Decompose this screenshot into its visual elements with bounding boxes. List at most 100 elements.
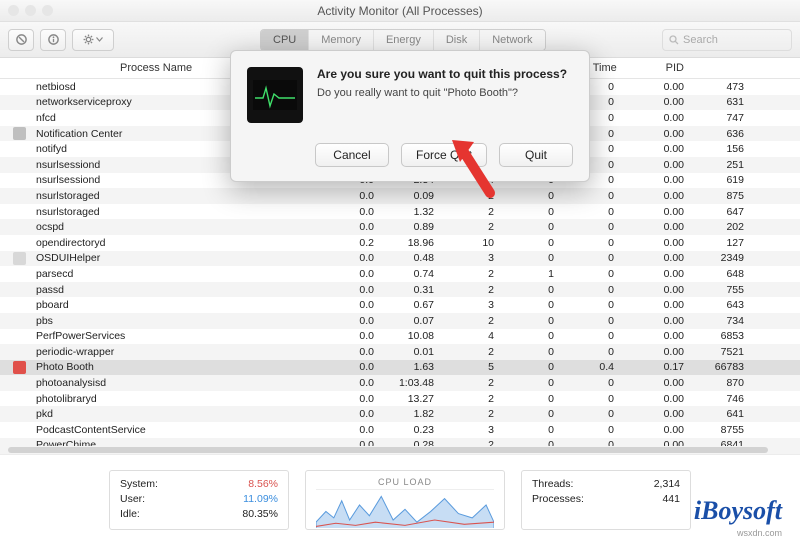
cell: 0.00 <box>620 81 690 93</box>
search-icon <box>669 35 679 45</box>
minimize-window-icon[interactable] <box>25 5 36 16</box>
cell: 0 <box>500 408 560 420</box>
cell: 0 <box>560 252 620 264</box>
cell: 6853 <box>690 330 750 342</box>
cell: 0.4 <box>560 361 620 373</box>
app-icon <box>13 127 26 140</box>
cell: 0.00 <box>620 143 690 155</box>
cell: 3 <box>440 252 500 264</box>
threads-value: 2,314 <box>654 477 680 492</box>
cell: 734 <box>690 315 750 327</box>
quit-button[interactable]: Quit <box>499 143 573 167</box>
cell: 1.63 <box>380 361 440 373</box>
table-row[interactable]: periodic-wrapper0.00.012000.007521 <box>0 344 800 360</box>
cell: 10 <box>440 237 500 249</box>
cell: 473 <box>690 81 750 93</box>
table-row[interactable]: pbs0.00.072000.00734 <box>0 313 800 329</box>
cell: 0.00 <box>620 408 690 420</box>
cell: Photo Booth <box>30 361 280 373</box>
zoom-window-icon[interactable] <box>42 5 53 16</box>
cell: PodcastContentService <box>30 424 280 436</box>
cell: 0.00 <box>620 377 690 389</box>
cell: 0 <box>500 330 560 342</box>
tab-energy[interactable]: Energy <box>374 30 434 50</box>
view-options-button[interactable] <box>72 29 114 51</box>
cell: 3 <box>440 299 500 311</box>
idle-label: Idle: <box>120 507 140 522</box>
cell: ocspd <box>30 221 280 233</box>
cell: 2 <box>440 221 500 233</box>
cell: 2 <box>440 346 500 358</box>
cell: 0 <box>560 346 620 358</box>
cell: 202 <box>690 221 750 233</box>
cell: 0 <box>500 221 560 233</box>
cpu-stats-panel: System:8.56% User:11.09% Idle:80.35% <box>109 470 289 530</box>
cell: 2 <box>440 393 500 405</box>
cell: 0.0 <box>280 377 380 389</box>
tab-disk[interactable]: Disk <box>434 30 480 50</box>
system-value: 8.56% <box>248 477 278 492</box>
cell: OSDUIHelper <box>30 252 280 264</box>
tab-cpu[interactable]: CPU <box>261 30 309 50</box>
table-row[interactable]: nsurlstoraged0.00.092000.00875 <box>0 188 800 204</box>
gear-icon <box>83 34 94 45</box>
cell: 0.09 <box>380 190 440 202</box>
tab-network[interactable]: Network <box>480 30 544 50</box>
cell: 0.89 <box>380 221 440 233</box>
idle-value: 80.35% <box>242 507 278 522</box>
cell: 0.07 <box>380 315 440 327</box>
cell: 0.0 <box>280 206 380 218</box>
cell: 0 <box>560 330 620 342</box>
stop-icon <box>16 34 27 45</box>
cell: 0.48 <box>380 252 440 264</box>
cell: 1.32 <box>380 206 440 218</box>
table-row[interactable]: ocspd0.00.892000.00202 <box>0 219 800 235</box>
col-pid[interactable]: PID <box>620 58 690 78</box>
cell: 1:03.48 <box>380 377 440 389</box>
cell: 7521 <box>690 346 750 358</box>
table-row[interactable]: PerfPowerServices0.010.084000.006853 <box>0 329 800 345</box>
inspect-process-button[interactable] <box>40 29 66 51</box>
cell: 0.00 <box>620 393 690 405</box>
cell: 251 <box>690 159 750 171</box>
table-row[interactable]: passd0.00.312000.00755 <box>0 282 800 298</box>
table-row[interactable]: photoanalysisd0.01:03.482000.00870 <box>0 375 800 391</box>
table-row[interactable]: OSDUIHelper0.00.483000.002349 <box>0 251 800 267</box>
table-row[interactable]: opendirectoryd0.218.9610000.00127 <box>0 235 800 251</box>
force-quit-button[interactable]: Force Quit <box>401 143 487 167</box>
cell: nsurlstoraged <box>30 206 280 218</box>
table-row[interactable]: photolibraryd0.013.272000.00746 <box>0 391 800 407</box>
stop-process-button[interactable] <box>8 29 34 51</box>
table-row[interactable]: PodcastContentService0.00.233000.008755 <box>0 422 800 438</box>
tab-memory[interactable]: Memory <box>309 30 374 50</box>
cell: 1.82 <box>380 408 440 420</box>
horizontal-scrollbar[interactable] <box>0 446 800 454</box>
close-window-icon[interactable] <box>8 5 19 16</box>
sparkline-icon <box>316 489 494 529</box>
cell: 0.0 <box>280 268 380 280</box>
cell: 0 <box>560 284 620 296</box>
cell: 647 <box>690 206 750 218</box>
scrollbar-thumb[interactable] <box>8 447 768 453</box>
cell: periodic-wrapper <box>30 346 280 358</box>
info-icon <box>48 34 59 45</box>
cell: 0.00 <box>620 252 690 264</box>
table-row[interactable]: pboard0.00.673000.00643 <box>0 297 800 313</box>
cell: 0.00 <box>620 112 690 124</box>
table-row[interactable]: pkd0.01.822000.00641 <box>0 406 800 422</box>
table-row[interactable]: nsurlstoraged0.01.322000.00647 <box>0 204 800 220</box>
cell: parsecd <box>30 268 280 280</box>
cell: 0.0 <box>280 315 380 327</box>
cancel-button[interactable]: Cancel <box>315 143 389 167</box>
cell: photoanalysisd <box>30 377 280 389</box>
cell: nsurlstoraged <box>30 190 280 202</box>
cell: 0.00 <box>620 268 690 280</box>
threads-label: Threads: <box>532 477 573 492</box>
table-row[interactable]: PowerChime0.00.282000.006841 <box>0 438 800 446</box>
cell: 0.01 <box>380 346 440 358</box>
search-field[interactable]: Search <box>662 29 792 51</box>
table-row[interactable]: parsecd0.00.742100.00648 <box>0 266 800 282</box>
app-icon <box>13 252 26 265</box>
cell: 0 <box>500 206 560 218</box>
table-row[interactable]: Photo Booth0.01.63500.40.1766783 <box>0 360 800 376</box>
